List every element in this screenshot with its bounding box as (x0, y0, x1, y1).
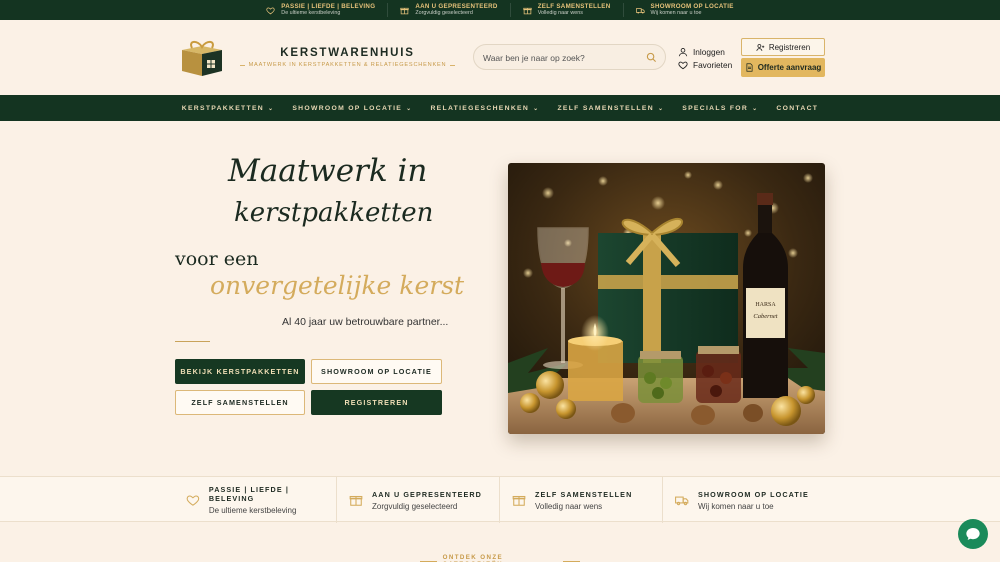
register-hero-button[interactable]: REGISTREREN (311, 390, 442, 415)
chat-button[interactable] (958, 519, 988, 549)
hero-tagline: Al 40 jaar uw betrouwbare partner... (282, 316, 449, 328)
logo[interactable] (178, 38, 226, 78)
gift-icon (349, 495, 363, 506)
feature-passie: PASSIE | LIEFDE | BELEVING De ultieme ker… (174, 477, 337, 523)
nav-item-zelf-samenstellen[interactable]: ZELF SAMENSTELLEN ⌄ (548, 105, 673, 112)
gift-icon (512, 495, 526, 506)
feature-sub: Volledig naar wens (535, 501, 603, 511)
chevron-down-icon: ⌄ (657, 105, 665, 112)
hero-image: HARSA Cabernet (508, 163, 825, 434)
hero-title-line2: kerstpakketten (234, 198, 434, 228)
brand-tagline: MAATWERK IN KERSTPAKKETTEN & RELATIEGESC… (240, 62, 455, 68)
usp-gepresenteerd: AAN U GEPRESENTEERD Zorgvuldig geselectee… (388, 3, 511, 17)
register-label: Registreren (768, 42, 811, 52)
usp-title: AAN U GEPRESENTEERD (415, 3, 498, 10)
nav-label: SHOWROOM OP LOCATIE (292, 104, 403, 112)
feature-sub: De ultieme kerstbeleving (208, 506, 297, 515)
truck-icon (675, 496, 689, 506)
compose-yourself-button[interactable]: ZELF SAMENSTELLEN (175, 390, 305, 415)
hero-title-line1: Maatwerk in (228, 153, 428, 189)
usp-zelf: ZELF SAMENSTELLEN Volledig naar wens (511, 3, 624, 17)
feature-title: AAN U GEPRESENTEERD (372, 489, 482, 499)
categories-heading: ONTDEK ONZE CATEGORIEËN (420, 554, 580, 562)
offer-request-button[interactable]: Offerte aanvraag (741, 58, 825, 77)
offer-label: Offerte aanvraag (757, 63, 822, 72)
heart-icon (186, 495, 200, 506)
heart-icon (266, 6, 275, 14)
heart-icon (678, 61, 688, 69)
divider (563, 560, 580, 562)
search-icon[interactable] (646, 52, 657, 63)
nav-item-relatiegeschenken[interactable]: RELATIEGESCHENKEN ⌄ (421, 105, 548, 112)
user-plus-icon (756, 43, 765, 51)
nav-label: SPECIALS FOR (682, 104, 749, 112)
register-button[interactable]: Registreren (741, 38, 825, 56)
usp-title: SHOWROOM OP LOCATIE (650, 3, 734, 10)
user-icon (678, 47, 688, 56)
chevron-down-icon: ⌄ (533, 105, 540, 112)
favorites-link[interactable]: Favorieten (678, 58, 732, 71)
nav-label: RELATIEGESCHENKEN (430, 104, 530, 112)
truck-icon (635, 7, 645, 13)
nav-item-specials[interactable]: SPECIALS FOR ⌄ (673, 105, 767, 112)
top-usp-bar: PASSIE | LIEFDE | BELEVING De ultieme ker… (0, 0, 1000, 20)
nav-item-showroom[interactable]: SHOWROOM OP LOCATIE ⌄ (283, 105, 421, 112)
gift-box-logo-icon (182, 40, 222, 76)
site-header: KERSTWARENHUIS MAATWERK IN KERSTPAKKETTE… (0, 20, 1000, 95)
christmas-gift-photo: HARSA Cabernet (508, 163, 825, 434)
usp-sub: Wij komen naar u toe (650, 10, 702, 16)
divider (240, 64, 245, 66)
document-icon (746, 63, 753, 72)
account-links: Inloggen Favorieten (678, 45, 732, 71)
features-bar: PASSIE | LIEFDE | BELEVING De ultieme ker… (0, 476, 1000, 523)
wine-label-name: Cabernet (753, 313, 777, 320)
usp-title: PASSIE | LIEFDE | BELEVING (281, 3, 376, 10)
showroom-button[interactable]: SHOWROOM OP LOCATIE (311, 359, 442, 384)
login-link[interactable]: Inloggen (678, 45, 732, 58)
brand-name[interactable]: KERSTWARENHUIS (240, 47, 455, 59)
feature-sub: Wij komen naar u toe (698, 501, 774, 511)
nav-label: CONTACT (776, 104, 819, 112)
chevron-down-icon: ⌄ (752, 105, 759, 112)
hero-voor-een: voor een (175, 248, 259, 270)
nav-label: KERSTPAKKETTEN (181, 104, 265, 112)
divider (450, 64, 455, 66)
chevron-down-icon: ⌄ (406, 105, 413, 112)
usp-passie: PASSIE | LIEFDE | BELEVING De ultieme ker… (254, 3, 389, 17)
main-nav: KERSTPAKKETTEN ⌄ SHOWROOM OP LOCATIE ⌄ REL… (0, 95, 1000, 121)
chat-bubble-icon (966, 528, 980, 540)
feature-showroom: SHOWROOM OP LOCATIE Wij komen naar u toe (663, 477, 826, 523)
usp-sub: Volledig naar wens (537, 10, 583, 16)
favorites-label: Favorieten (693, 59, 733, 70)
feature-title: SHOWROOM OP LOCATIE (698, 489, 809, 499)
nav-item-contact[interactable]: CONTACT (767, 105, 827, 112)
usp-sub: Zorgvuldig geselecteerd (415, 10, 473, 16)
nav-label: ZELF SAMENSTELLEN (557, 104, 654, 112)
feature-title: ZELF SAMENSTELLEN (535, 489, 633, 499)
view-packages-button[interactable]: BEKIJK KERSTPAKKETTEN (175, 359, 305, 384)
search-box (473, 44, 666, 70)
divider (175, 341, 210, 342)
hero-onvergetelijke: onvergetelijke kerst (210, 271, 465, 300)
categories-heading-text: ONTDEK ONZE CATEGORIEËN (442, 554, 504, 562)
chevron-down-icon: ⌄ (268, 105, 275, 112)
feature-zelf: ZELF SAMENSTELLEN Volledig naar wens (500, 477, 663, 523)
wine-label-brand: HARSA (755, 302, 776, 308)
usp-showroom: SHOWROOM OP LOCATIE Wij komen naar u toe (624, 3, 746, 17)
gift-icon (523, 7, 532, 14)
feature-sub: Zorgvuldig geselecteerd (372, 501, 458, 511)
feature-title: PASSIE | LIEFDE | BELEVING (208, 485, 289, 503)
search-input[interactable] (483, 51, 638, 65)
feature-gepresenteerd: AAN U GEPRESENTEERD Zorgvuldig geselectee… (337, 477, 500, 523)
nav-item-kerstpakketten[interactable]: KERSTPAKKETTEN ⌄ (173, 105, 284, 112)
login-label: Inloggen (693, 46, 725, 57)
brand-tagline-text: MAATWERK IN KERSTPAKKETTEN & RELATIEGESC… (248, 62, 447, 68)
usp-title: ZELF SAMENSTELLEN (537, 3, 611, 10)
usp-sub: De ultieme kerstbeleving (281, 10, 341, 16)
gift-icon (400, 7, 409, 14)
divider (420, 560, 437, 562)
